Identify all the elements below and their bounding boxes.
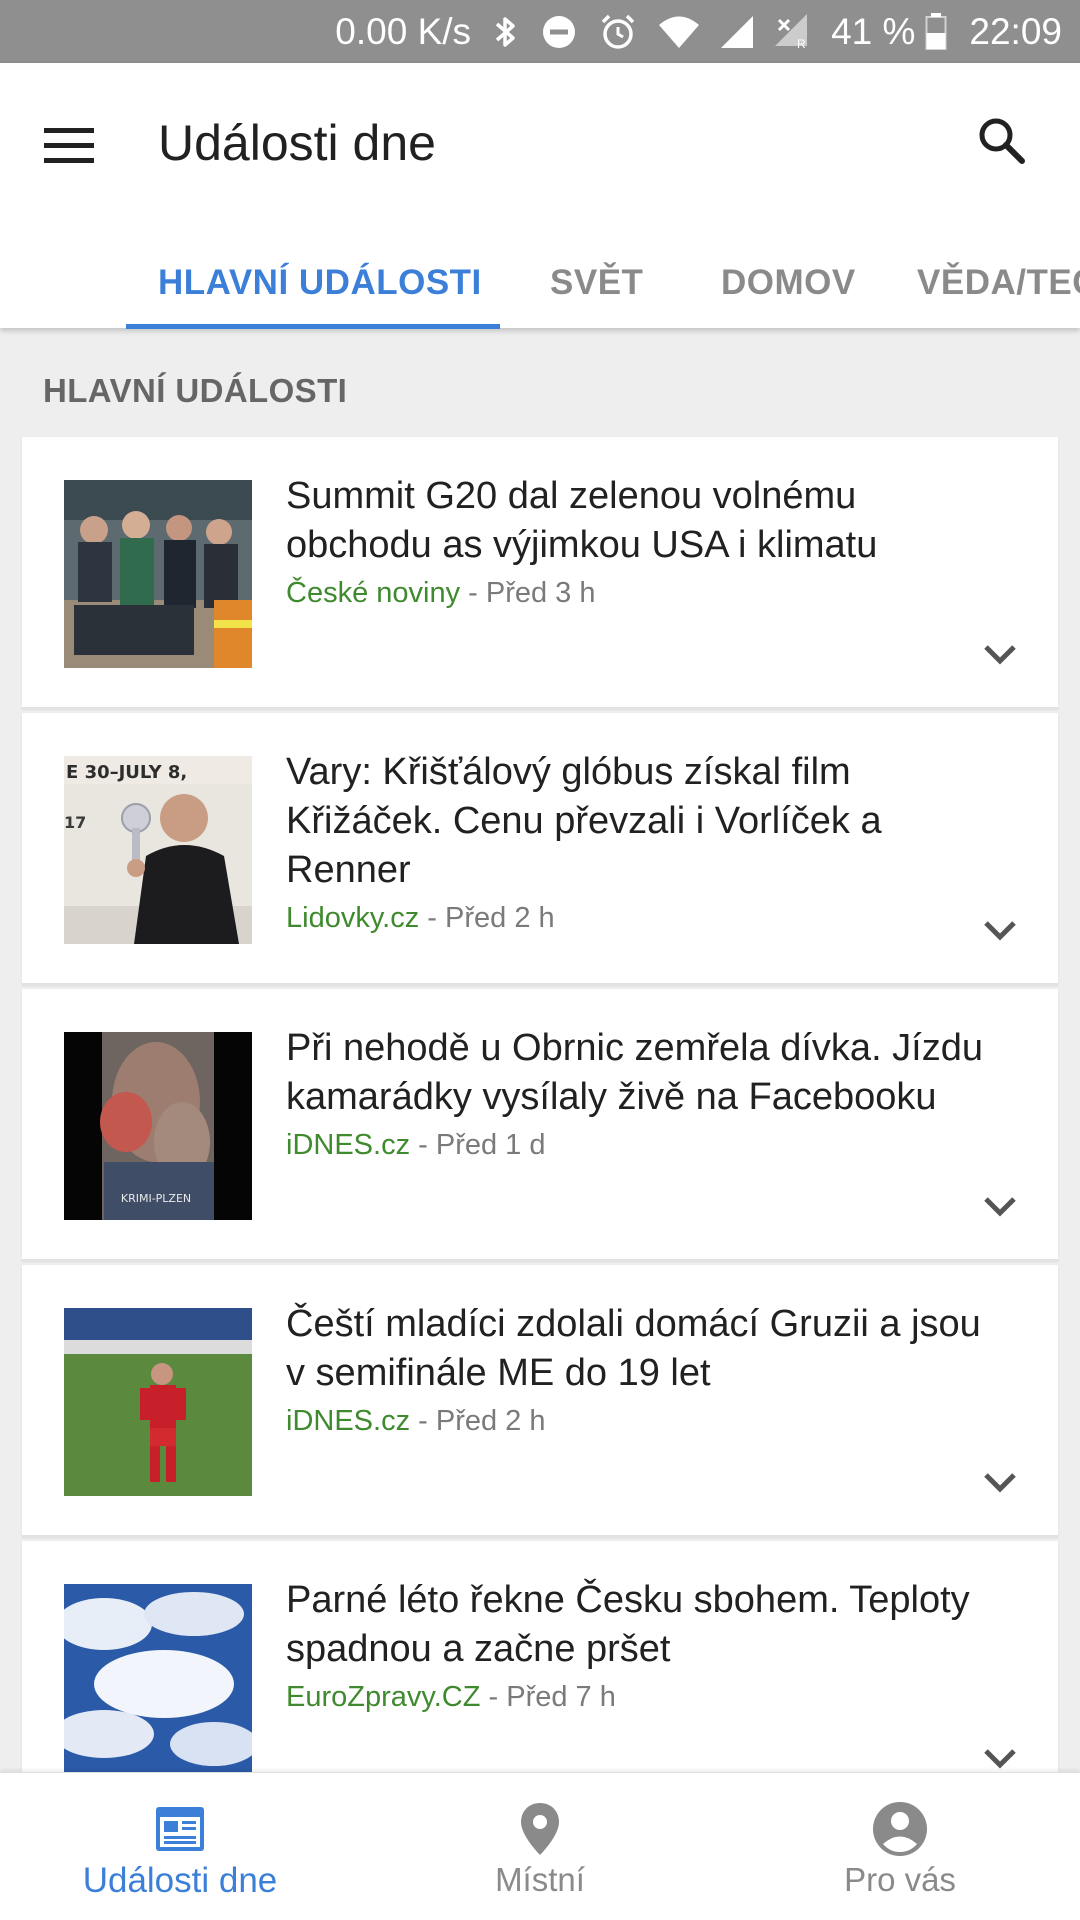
article-thumbnail <box>64 480 252 668</box>
tab-domov[interactable]: DOMOV <box>721 238 856 328</box>
article-thumbnail <box>64 1584 252 1772</box>
alarm-icon <box>599 13 637 51</box>
svg-text:KRIMI-PLZEN: KRIMI-PLZEN <box>121 1192 191 1205</box>
article-thumbnail <box>64 1308 252 1496</box>
nav-item-pro-vas[interactable]: Pro vás <box>720 1773 1080 1920</box>
chevron-down-icon[interactable] <box>980 639 1020 669</box>
location-pin-icon <box>510 1799 570 1859</box>
article-source[interactable]: iDNES.cz <box>286 1129 410 1161</box>
section-title: HLAVNÍ UDÁLOSTI <box>43 372 348 409</box>
article-text: Čeští mladíci zdolali domácí Gruzii a js… <box>286 1300 986 1444</box>
news-card[interactable]: Summit G20 dal zelenou volnému obchodu a… <box>22 437 1058 709</box>
news-list: Summit G20 dal zelenou volnému obchodu a… <box>22 437 1058 1817</box>
tab-bar: HLAVNÍ UDÁLOSTI SVĚT DOMOV VĚDA/TECHNOLO… <box>0 238 1080 328</box>
article-headline: Summit G20 dal zelenou volnému obchodu a… <box>286 475 878 566</box>
news-card[interactable]: E 30–JULY 8, 17 Vary: Křišťálový glóbus … <box>22 713 1058 985</box>
search-icon[interactable] <box>962 101 1042 181</box>
nav-label: Události dne <box>82 1861 278 1900</box>
article-headline: Vary: Křišťálový glóbus získal film Křiž… <box>286 751 882 891</box>
nav-label: Místní <box>495 1861 585 1898</box>
article-thumbnail: E 30–JULY 8, 17 <box>64 756 252 944</box>
wifi-icon <box>659 16 700 48</box>
tab-indicator <box>126 324 500 329</box>
bluetooth-icon <box>493 14 519 50</box>
article-time: - Před 1 d <box>410 1129 546 1161</box>
article-meta: iDNES.cz - Před 2 h <box>286 1398 986 1444</box>
bottom-navigation: Události dne Místní Pro vás <box>0 1772 1080 1920</box>
tab-svet[interactable]: SVĚT <box>550 238 643 328</box>
nav-item-udalosti-dne[interactable]: Události dne <box>0 1773 360 1920</box>
article-source[interactable]: České noviny <box>286 577 460 609</box>
battery-level: 41 % <box>831 10 916 52</box>
clock: 22:09 <box>969 10 1062 52</box>
svg-text:E 30–JULY 8,: E 30–JULY 8, <box>66 762 187 783</box>
signal-roaming-icon: R <box>775 13 809 50</box>
article-meta: Lidovky.cz - Před 2 h <box>286 895 986 941</box>
article-time: - Před 2 h <box>410 1405 546 1437</box>
article-meta: iDNES.cz - Před 1 d <box>286 1122 986 1168</box>
article-time: - Před 7 h <box>480 1681 616 1713</box>
chevron-down-icon[interactable] <box>980 915 1020 945</box>
article-text: Při nehodě u Obrnic zemřela dívka. Jízdu… <box>286 1024 986 1168</box>
article-meta: EuroZpravy.CZ - Před 7 h <box>286 1674 986 1720</box>
article-text: Vary: Křišťálový glóbus získal film Křiž… <box>286 748 986 941</box>
news-card[interactable]: Čeští mladíci zdolali domácí Gruzii a js… <box>22 1265 1058 1537</box>
dnd-icon <box>541 14 577 50</box>
page-title: Události dne <box>158 115 436 171</box>
svg-text:17: 17 <box>64 813 86 832</box>
article-headline: Čeští mladíci zdolali domácí Gruzii a js… <box>286 1303 981 1394</box>
chevron-down-icon[interactable] <box>980 1743 1020 1773</box>
screen: 0.00 K/s R 41 % 22:09 Události dne HLAVN… <box>0 0 1080 1920</box>
article-text: Summit G20 dal zelenou volnému obchodu a… <box>286 472 986 616</box>
article-meta: České noviny - Před 3 h <box>286 570 986 616</box>
svg-text:R: R <box>797 37 806 50</box>
article-source[interactable]: EuroZpravy.CZ <box>286 1681 480 1713</box>
nav-item-mistni[interactable]: Místní <box>360 1773 720 1920</box>
article-thumbnail: KRIMI-PLZEN <box>64 1032 252 1220</box>
news-card[interactable]: KRIMI-PLZEN Při nehodě u Obrnic zemřela … <box>22 989 1058 1261</box>
chevron-down-icon[interactable] <box>980 1467 1020 1497</box>
account-icon <box>870 1799 930 1859</box>
article-headline: Parné léto řekne Česku sbohem. Teploty s… <box>286 1579 970 1670</box>
calendar-news-icon <box>150 1799 210 1859</box>
status-bar: 0.00 K/s R 41 % 22:09 <box>0 0 1080 63</box>
net-speed: 0.00 K/s <box>335 10 472 52</box>
article-time: - Před 2 h <box>419 902 555 934</box>
article-headline: Při nehodě u Obrnic zemřela dívka. Jízdu… <box>286 1027 984 1118</box>
nav-label: Pro vás <box>844 1861 956 1898</box>
chevron-down-icon[interactable] <box>980 1191 1020 1221</box>
tab-veda-technologie[interactable]: VĚDA/TECHNOLOGIE <box>917 238 1080 328</box>
article-time: - Před 3 h <box>460 577 596 609</box>
battery-icon <box>925 12 947 51</box>
article-text: Parné léto řekne Česku sbohem. Teploty s… <box>286 1576 986 1720</box>
signal-icon <box>721 15 754 48</box>
tab-hlavni-udalosti[interactable]: HLAVNÍ UDÁLOSTI <box>158 238 482 328</box>
article-source[interactable]: iDNES.cz <box>286 1405 410 1437</box>
menu-icon[interactable] <box>44 115 104 175</box>
article-source[interactable]: Lidovky.cz <box>286 902 419 934</box>
app-bar: Události dne HLAVNÍ UDÁLOSTI SVĚT DOMOV … <box>0 63 1080 329</box>
